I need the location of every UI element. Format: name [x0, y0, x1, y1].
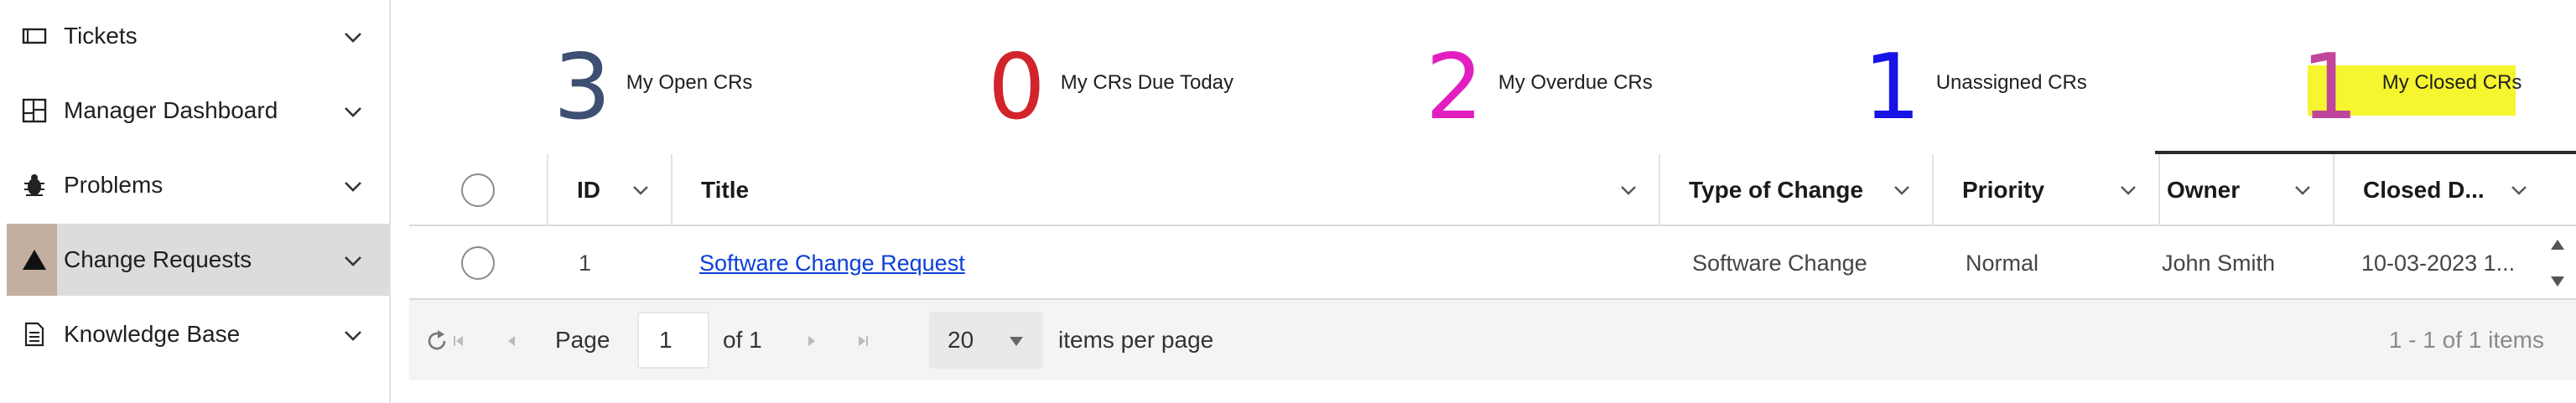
cell-type-of-change: Software Change — [1692, 250, 1867, 276]
chevron-down-icon[interactable] — [1892, 180, 1912, 200]
cell-title: Software Change Request — [699, 226, 965, 300]
stat-my-crs-due-today[interactable]: 0 My CRs Due Today — [988, 42, 1233, 134]
cell-owner: John Smith — [2162, 250, 2276, 276]
stat-my-open-crs[interactable]: 3 My Open CRs — [553, 42, 752, 134]
page-number-input[interactable] — [637, 312, 709, 369]
pager: Page of 1 20 items per page 1 - 1 of 1 i… — [409, 300, 2576, 380]
sidebar-item-knowledge-base[interactable]: Knowledge Base — [7, 298, 389, 370]
sidebar-item-label: Tickets — [64, 23, 138, 49]
chevron-down-icon[interactable] — [1618, 180, 1639, 200]
stat-value: 3 — [553, 35, 611, 140]
stat-label: My Closed CRs — [2381, 71, 2522, 94]
bug-icon — [20, 171, 49, 199]
chevron-down-icon — [345, 182, 361, 192]
page-of-label: of 1 — [723, 327, 762, 353]
column-header-label: Priority — [1962, 177, 2045, 203]
select-all-radio[interactable] — [461, 173, 495, 207]
sidebar-item-label: Knowledge Base — [64, 321, 241, 347]
column-header-label: Type of Change — [1689, 177, 1863, 203]
stat-my-closed-crs[interactable]: 1 My Closed CRs — [2301, 42, 2521, 134]
stat-unassigned-crs[interactable]: 1 Unassigned CRs — [1863, 42, 2087, 134]
chevron-down-icon[interactable] — [2293, 180, 2313, 200]
chevron-down-icon[interactable] — [631, 180, 651, 200]
cell-id: 1 — [579, 250, 592, 276]
stat-label: My Open CRs — [626, 71, 753, 94]
sidebar-item-change-requests[interactable]: Change Requests — [7, 224, 389, 296]
triangle-icon — [20, 245, 49, 274]
sidebar-item-tickets[interactable]: Tickets — [7, 0, 389, 72]
page-size-select[interactable]: 20 — [929, 312, 1043, 369]
change-requests-grid: ID Title Type of Change Priority Owner C… — [409, 151, 2576, 380]
chevron-down-icon[interactable] — [2509, 180, 2529, 200]
stat-label: My CRs Due Today — [1060, 71, 1234, 94]
sidebar-item-label: Manager Dashboard — [64, 97, 278, 123]
ticket-icon — [20, 22, 49, 50]
column-header-label: ID — [577, 177, 600, 203]
row-select-radio[interactable] — [461, 246, 495, 280]
column-header-owner[interactable]: Owner — [2158, 154, 2333, 226]
stat-label: My Overdue CRs — [1498, 71, 1653, 94]
vertical-scrollbar[interactable] — [2539, 226, 2576, 300]
stat-value: 1 — [1863, 35, 1921, 140]
chevron-down-icon — [345, 107, 361, 117]
column-header-label: Owner — [2167, 177, 2241, 203]
cell-closed-date: 10-03-2023 1... — [2361, 250, 2516, 276]
sidebar: Tickets Manager Dashboard Problems Chang… — [0, 0, 391, 403]
last-page-icon[interactable] — [850, 328, 875, 354]
cell-priority: Normal — [1966, 250, 2039, 276]
document-icon — [20, 320, 49, 349]
sidebar-item-manager-dashboard[interactable]: Manager Dashboard — [7, 75, 389, 147]
column-header-label: Closed D... — [2363, 177, 2485, 203]
chevron-down-icon — [345, 33, 361, 43]
stat-value: 0 — [988, 35, 1046, 140]
select-all-cell — [409, 154, 547, 226]
row-select-cell — [409, 226, 547, 300]
stat-my-overdue-crs[interactable]: 2 My Overdue CRs — [1426, 42, 1653, 134]
first-page-icon[interactable] — [446, 328, 471, 354]
caret-down-icon — [1010, 337, 1023, 346]
scroll-up-icon[interactable] — [2551, 240, 2564, 250]
column-header-type-of-change[interactable]: Type of Change — [1659, 154, 1932, 226]
page-label: Page — [555, 327, 610, 353]
column-header-id[interactable]: ID — [547, 154, 671, 226]
pager-summary: 1 - 1 of 1 items — [2388, 327, 2544, 353]
grid-header: ID Title Type of Change Priority Owner C… — [409, 154, 2576, 226]
column-header-closed-date[interactable]: Closed D... — [2333, 154, 2576, 226]
sidebar-item-label: Problems — [64, 172, 164, 198]
chevron-down-icon — [345, 256, 361, 266]
next-page-icon[interactable] — [798, 328, 823, 354]
chevron-down-icon[interactable] — [2118, 180, 2138, 200]
page-size-value: 20 — [948, 327, 974, 353]
sidebar-item-problems[interactable]: Problems — [7, 149, 389, 221]
stat-value: 2 — [1426, 35, 1483, 140]
scroll-down-icon[interactable] — [2551, 276, 2564, 287]
dashboard-icon — [20, 96, 49, 125]
items-per-page-label: items per page — [1058, 327, 1214, 353]
table-row[interactable]: 1 Software Change Request Software Chang… — [409, 226, 2576, 300]
column-header-label: Title — [701, 177, 750, 203]
column-header-priority[interactable]: Priority — [1932, 154, 2158, 226]
column-header-title[interactable]: Title — [671, 154, 1659, 226]
stat-label: Unassigned CRs — [1935, 71, 2087, 94]
sidebar-item-label: Change Requests — [64, 246, 252, 272]
title-link[interactable]: Software Change Request — [699, 251, 965, 276]
chevron-down-icon — [345, 331, 361, 341]
stat-value: 1 — [2301, 35, 2359, 140]
previous-page-icon[interactable] — [500, 328, 525, 354]
